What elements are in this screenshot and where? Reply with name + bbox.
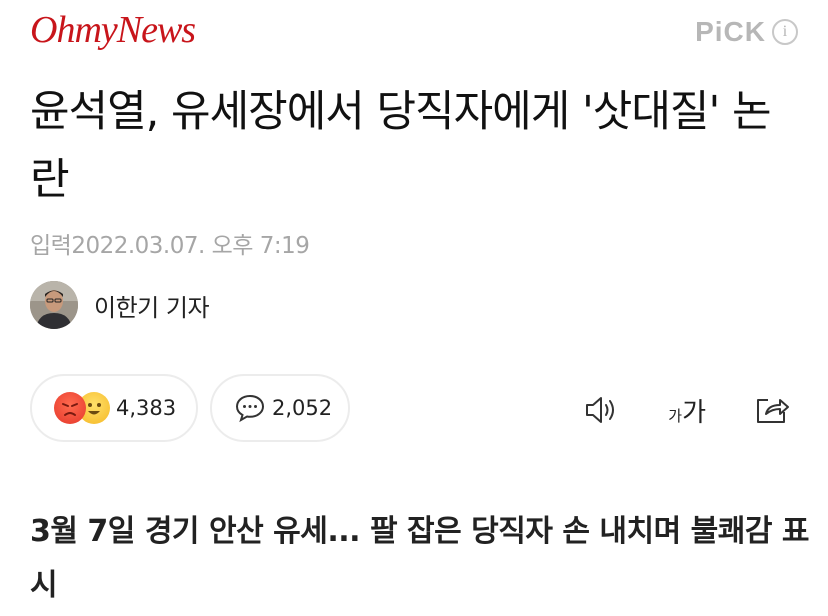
comment-button[interactable]: 2,052 xyxy=(210,374,350,442)
ohmynews-logo[interactable]: OhmyNews xyxy=(30,8,196,52)
published-date: 입력2022.03.07. 오후 7:19 xyxy=(30,233,310,259)
article-title: 윤석열, 유세장에서 당직자에게 '삿대질' 논란 xyxy=(30,87,772,205)
reporter-photo xyxy=(30,281,78,329)
pick-badge[interactable]: PiCK i xyxy=(695,16,798,48)
font-size-large-label: 가 xyxy=(682,397,706,428)
header: OhmyNews PiCK i xyxy=(0,0,828,70)
info-icon[interactable]: i xyxy=(772,19,798,45)
speaker-icon[interactable] xyxy=(580,388,624,432)
reporter-avatar[interactable] xyxy=(30,281,78,329)
reaction-button[interactable]: 4,383 xyxy=(30,374,198,442)
angry-face-icon xyxy=(54,392,86,424)
comment-count: 2,052 xyxy=(272,396,333,420)
share-icon[interactable] xyxy=(750,388,794,432)
article-subtitle: 3월 7일 경기 안산 유세... 팔 잡은 당직자 손 내치며 불쾌감 표시 xyxy=(30,514,810,603)
font-size-small-label: 가 xyxy=(668,406,683,425)
reaction-count: 4,383 xyxy=(116,396,177,420)
speech-bubble-icon xyxy=(234,393,266,423)
article-tools: 가가 xyxy=(580,388,794,432)
reporter-name[interactable]: 이한기 기자 xyxy=(94,288,210,323)
pick-label: PiCK xyxy=(695,16,766,47)
reporter-byline[interactable]: 이한기 기자 xyxy=(30,281,210,329)
font-size-button[interactable]: 가가 xyxy=(668,392,706,429)
